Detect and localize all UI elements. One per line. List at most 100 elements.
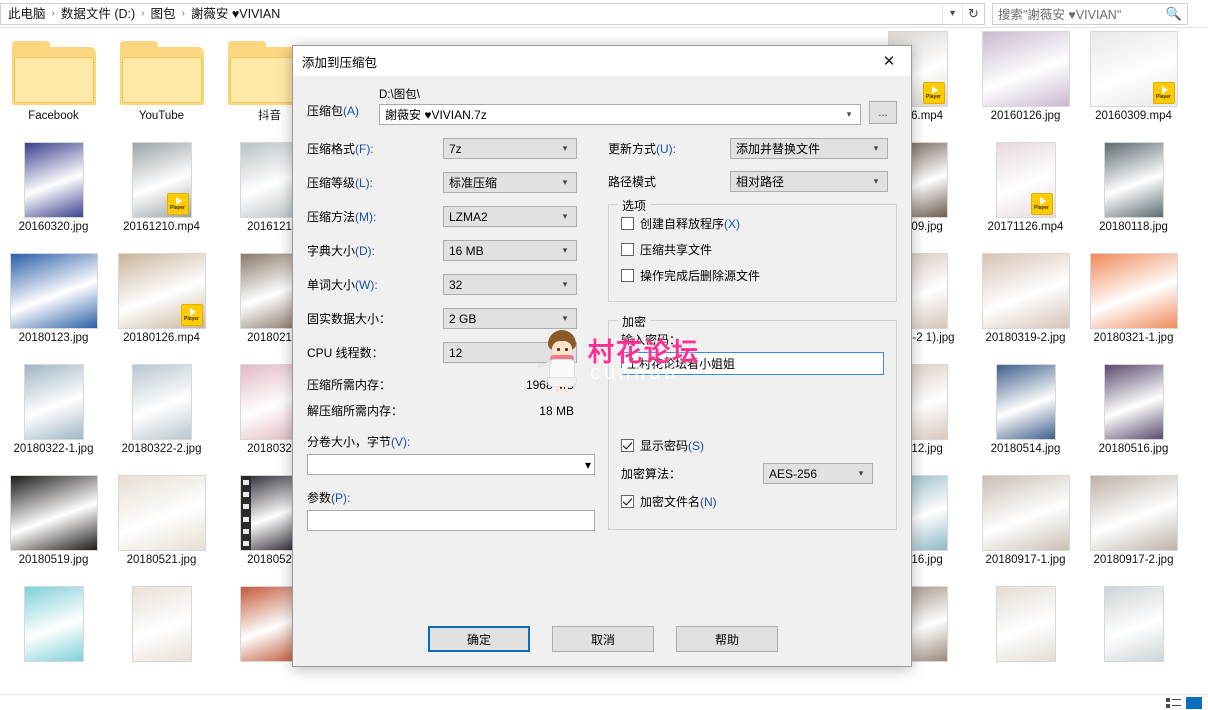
password-input[interactable]: 上村花论坛看小姐姐 (620, 352, 884, 375)
file-tile[interactable]: 20180917-1.jpg (972, 473, 1079, 567)
checkbox-delete-after-box[interactable] (620, 269, 634, 282)
file-tile[interactable]: Player 20161210.mp4 (108, 140, 215, 234)
chevron-down-icon[interactable]: ▾ (557, 177, 573, 188)
checkbox-encrypt-filenames-box[interactable] (620, 495, 634, 508)
file-tile[interactable]: 20180123.jpg (0, 251, 107, 345)
file-tile[interactable]: YouTube (108, 29, 215, 123)
file-tile[interactable]: 20180917-2.jpg (1080, 473, 1187, 567)
refresh-icon[interactable]: ↻ (962, 3, 984, 24)
file-tile[interactable]: 20180322-1.jpg (0, 362, 107, 456)
chevron-down-icon[interactable]: ▾ (585, 458, 591, 472)
cpu-threads-combo[interactable]: 12 ▾ (443, 342, 577, 363)
path-mode-combo[interactable]: 相对路径 ▾ (729, 171, 888, 192)
details-view-icon[interactable] (1166, 697, 1182, 709)
word-size-combo[interactable]: 32 ▾ (443, 274, 577, 295)
parameters-input[interactable] (307, 510, 595, 531)
address-bar: 此电脑 › 数据文件 (D:) › 图包 › 謝薇安 ♥VIVIAN ▾ ↻ 搜… (0, 0, 1208, 28)
breadcrumb-item-folder[interactable]: 图包 (146, 4, 181, 24)
file-tile[interactable]: 20180514.jpg (972, 362, 1079, 456)
checkbox-encrypt-filenames[interactable]: 加密文件名(N) (620, 493, 884, 510)
file-tile[interactable]: 20180516.jpg (1080, 362, 1187, 456)
cancel-button[interactable]: 取消 (552, 626, 654, 652)
file-tile[interactable]: 20180321-1.jpg (1080, 251, 1187, 345)
video-play-badge-icon: Player (1030, 193, 1053, 215)
file-tile[interactable]: Player 20180126.mp4 (108, 251, 215, 345)
large-icons-view-icon[interactable] (1186, 696, 1202, 709)
checkbox-show-password-box[interactable] (620, 439, 634, 452)
update-mode-value: 添加并替换文件 (735, 142, 820, 156)
file-tile[interactable] (108, 584, 215, 665)
file-thumbnail (0, 473, 107, 551)
breadcrumb-item-current[interactable]: 謝薇安 ♥VIVIAN (186, 4, 285, 24)
chevron-down-icon[interactable]: ▾ (557, 347, 573, 358)
chevron-down-icon[interactable]: ▾ (557, 143, 573, 154)
file-tile[interactable]: Player 20160309.mp4 (1080, 29, 1187, 123)
checkbox-delete-after[interactable]: 操作完成后删除源文件 (620, 267, 884, 284)
level-combo[interactable]: 标准压缩 ▾ (443, 172, 577, 193)
checkbox-show-password[interactable]: 显示密码(S) (620, 437, 884, 454)
breadcrumb-item-this-pc[interactable]: 此电脑 (3, 4, 51, 24)
method-combo[interactable]: LZMA2 ▾ (443, 206, 577, 227)
field-dictionary-label: 字典大小(D): (307, 244, 376, 258)
search-input[interactable]: 搜索"謝薇安 ♥VIVIAN" 🔍 (992, 2, 1188, 25)
file-tile[interactable] (0, 584, 107, 665)
file-thumbnail (0, 29, 107, 107)
ok-button[interactable]: 确定 (428, 626, 530, 652)
file-tile[interactable]: 20180519.jpg (0, 473, 107, 567)
checkbox-create-sfx-box[interactable] (620, 217, 634, 230)
breadcrumb[interactable]: 此电脑 › 数据文件 (D:) › 图包 › 謝薇安 ♥VIVIAN ▾ ↻ (0, 2, 985, 25)
solid-block-combo[interactable]: 2 GB ▾ (443, 308, 577, 329)
chevron-down-icon[interactable]: ▾ (557, 245, 573, 256)
parameters-label: 参数(P): (307, 491, 351, 505)
field-level: 压缩等级(L): 标准压缩 ▾ (307, 172, 600, 193)
field-format: 压缩格式(F): 7z ▾ (307, 138, 600, 159)
file-thumbnail: Player (1080, 29, 1187, 107)
field-word-size-label: 单词大小(W): (307, 278, 378, 292)
chevron-down-icon[interactable]: ▾ (557, 279, 573, 290)
split-size-combo[interactable]: ▾ (307, 454, 595, 475)
chevron-down-icon[interactable]: ▾ (868, 176, 884, 187)
encryption-algorithm-combo[interactable]: AES-256 ▾ (762, 463, 873, 484)
file-tile[interactable] (972, 584, 1079, 665)
close-icon[interactable]: ✕ (867, 46, 911, 76)
file-tile[interactable] (1080, 584, 1187, 665)
file-name-label: 20160320.jpg (18, 221, 89, 233)
file-name-label: 20180322-1.jpg (13, 443, 94, 455)
file-name-label: 20180126.mp4 (123, 332, 200, 344)
file-tile[interactable]: 20180118.jpg (1080, 140, 1187, 234)
file-name-label: 20160309.mp4 (1095, 110, 1172, 122)
file-tile[interactable]: 20160126.jpg (972, 29, 1079, 123)
file-name-label: 20180118.jpg (1099, 221, 1168, 233)
chevron-down-icon[interactable]: ▾ (557, 211, 573, 222)
image-thumbnail (131, 586, 192, 662)
field-path-mode-label: 路径模式 (607, 175, 656, 189)
checkbox-create-sfx[interactable]: 创建自释放程序(X) (620, 215, 884, 232)
checkbox-compress-shared-box[interactable] (620, 243, 634, 256)
browse-button[interactable]: ... (869, 101, 897, 124)
file-tile[interactable]: 20160320.jpg (0, 140, 107, 234)
folder-icon (119, 41, 204, 107)
chevron-down-icon[interactable]: ▾ (942, 3, 962, 24)
file-thumbnail (972, 362, 1079, 440)
file-tile[interactable]: 20180319-2.jpg (972, 251, 1079, 345)
file-tile[interactable]: Facebook (0, 29, 107, 123)
image-thumbnail (23, 364, 84, 440)
dictionary-combo[interactable]: 16 MB ▾ (443, 240, 577, 261)
file-tile[interactable]: Player 20171126.mp4 (972, 140, 1079, 234)
file-tile[interactable]: 20180322-2.jpg (108, 362, 215, 456)
image-thumbnail: Player (1089, 31, 1178, 107)
archive-name-combo[interactable]: 謝薇安 ♥VIVIAN.7z ▾ (379, 104, 861, 125)
chevron-down-icon[interactable]: ▾ (853, 468, 869, 479)
help-button[interactable]: 帮助 (676, 626, 778, 652)
checkbox-compress-shared[interactable]: 压缩共享文件 (620, 241, 884, 258)
format-combo[interactable]: 7z ▾ (443, 138, 577, 159)
chevron-down-icon[interactable]: ▾ (841, 109, 857, 120)
file-thumbnail: Player (108, 251, 215, 329)
field-format-label: 压缩格式(F): (307, 142, 374, 156)
chevron-down-icon[interactable]: ▾ (868, 143, 884, 154)
chevron-down-icon[interactable]: ▾ (557, 313, 573, 324)
breadcrumb-item-drive[interactable]: 数据文件 (D:) (56, 4, 140, 24)
update-mode-combo[interactable]: 添加并替换文件 ▾ (729, 138, 888, 159)
memory-decompress-value: 18 MB (539, 404, 574, 418)
file-tile[interactable]: 20180521.jpg (108, 473, 215, 567)
